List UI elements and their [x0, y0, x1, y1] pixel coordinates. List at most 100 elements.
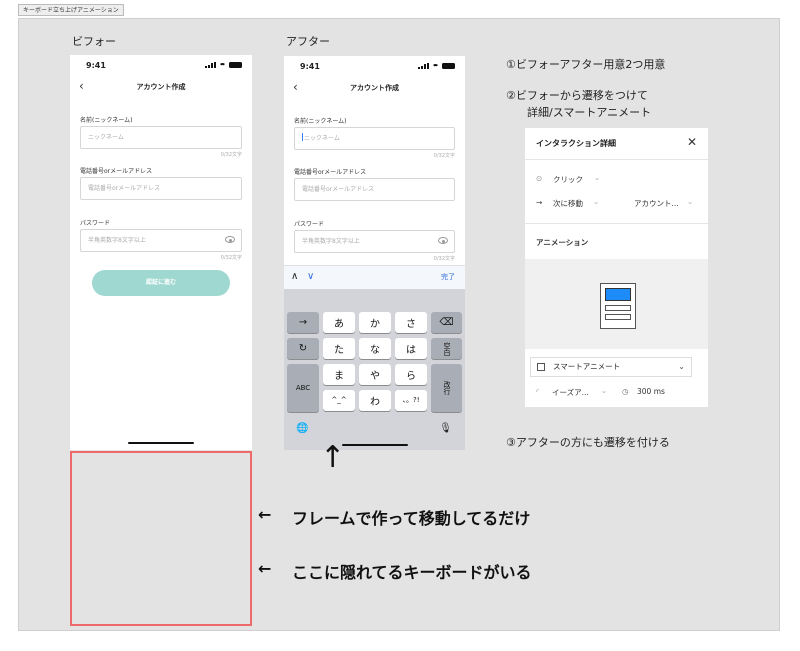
contact-input[interactable]: 電話番号orメールアドレス — [80, 177, 242, 200]
password-counter: 0/32文字 — [220, 255, 242, 261]
after-phone: 9:41 ‹ アカウント作成 名前(ニックネーム) ニックネーム 0/32文字 … — [284, 56, 465, 450]
key-arrow[interactable]: → — [287, 312, 319, 333]
animation-preview — [525, 259, 708, 349]
signal-icon — [418, 63, 429, 69]
arrow-up-icon: ↑ — [320, 440, 346, 475]
arrow-right-icon: → — [536, 198, 543, 207]
chevron-down-icon: ⌄ — [594, 173, 601, 182]
status-bar: 9:41 — [284, 56, 465, 78]
home-indicator — [128, 442, 194, 444]
easing-select[interactable]: イーズア... — [552, 387, 589, 398]
contact-label: 電話番号orメールアドレス — [294, 169, 367, 176]
key-punctuation[interactable]: 、。?! — [395, 390, 427, 411]
key-space[interactable]: 空白 — [431, 338, 462, 359]
key-return[interactable]: 改行 — [431, 364, 462, 412]
done-button[interactable]: 完了 — [441, 272, 455, 282]
chevron-down-icon: ⌄ — [593, 197, 600, 206]
eye-icon[interactable] — [438, 237, 448, 244]
home-indicator — [342, 444, 408, 446]
name-label: 名前(ニックネーム) — [80, 117, 133, 124]
wifi-icon — [219, 62, 226, 68]
keyboard-accessory-bar: ∧ ∨ 完了 — [284, 265, 465, 289]
keyboard: → あ か さ ⌫ ↻ た な は 空白 ABC ま や ら 改行 ^_^ わ … — [284, 289, 465, 450]
chevron-down-icon: ⌄ — [678, 362, 685, 371]
globe-icon[interactable]: 🌐 — [296, 423, 308, 434]
wifi-icon — [432, 63, 439, 69]
arrow-left-icon: ← — [258, 505, 272, 524]
key-ka[interactable]: か — [359, 312, 391, 333]
panel-title: インタラクション詳細 — [536, 139, 616, 148]
status-time: 9:41 — [86, 61, 106, 70]
animation-type-select[interactable]: スマートアニメート ⌄ — [530, 357, 692, 377]
next-field-icon[interactable]: ∨ — [307, 271, 314, 282]
key-na[interactable]: な — [359, 338, 391, 359]
divider — [525, 223, 708, 224]
contact-input[interactable]: 電話番号orメールアドレス — [294, 178, 455, 201]
step1-text: ①ビフォーアフター用意2つ用意 — [506, 58, 666, 71]
before-label: ビフォー — [72, 35, 116, 48]
step2-text-line2: 詳細/スマートアニメート — [527, 106, 652, 119]
password-label: パスワード — [80, 220, 111, 227]
text-cursor — [302, 133, 303, 141]
note-frame-move: フレームで作って移動してるだけ — [292, 509, 531, 528]
key-ta[interactable]: た — [323, 338, 355, 359]
password-input[interactable]: 半角英数字8文字以上 — [294, 230, 455, 253]
name-label: 名前(ニックネーム) — [294, 118, 347, 125]
animation-heading: アニメーション — [536, 238, 589, 247]
nav-bar: ‹ アカウント作成 — [70, 77, 252, 99]
contact-label: 電話番号orメールアドレス — [80, 168, 153, 175]
action-select[interactable]: 次に移動 — [553, 198, 583, 209]
eye-icon[interactable] — [225, 236, 235, 243]
frame-tab[interactable]: キーボード立ち上げアニメーション — [18, 4, 124, 16]
battery-icon — [442, 63, 455, 69]
hidden-keyboard-frame — [70, 451, 252, 626]
name-input[interactable]: ニックネーム — [294, 127, 455, 150]
page-title: アカウント作成 — [136, 83, 186, 91]
trigger-select[interactable]: クリック — [553, 174, 583, 185]
after-label: アフター — [286, 35, 330, 48]
key-undo[interactable]: ↻ — [287, 338, 319, 359]
interaction-panel: インタラクション詳細 ✕ ⊙ クリック ⌄ → 次に移動 ⌄ アカウント... … — [525, 128, 708, 407]
smart-animate-icon — [537, 363, 545, 371]
easing-icon: ◜ — [536, 387, 539, 396]
name-counter: 0/32文字 — [220, 152, 242, 158]
chevron-down-icon: ⌄ — [601, 386, 608, 395]
key-kaomoji[interactable]: ^_^ — [323, 390, 355, 411]
password-input[interactable]: 半角英数字8文字以上 — [80, 229, 242, 252]
mic-icon[interactable]: 🎙 — [439, 423, 452, 434]
step2-text-line1: ②ビフォーから遷移をつけて — [506, 89, 648, 102]
password-counter: 0/32文字 — [433, 256, 455, 262]
panel-header: インタラクション詳細 ✕ — [525, 128, 708, 160]
key-a[interactable]: あ — [323, 312, 355, 333]
key-abc[interactable]: ABC — [287, 364, 319, 412]
password-placeholder: 半角英数字8文字以上 — [302, 238, 360, 245]
nav-bar: ‹ アカウント作成 — [284, 78, 465, 100]
arrow-left-icon: ← — [258, 559, 272, 578]
key-ha[interactable]: は — [395, 338, 427, 359]
key-sa[interactable]: さ — [395, 312, 427, 333]
status-time: 9:41 — [300, 62, 320, 71]
key-backspace[interactable]: ⌫ — [431, 312, 462, 333]
key-ra[interactable]: ら — [395, 364, 427, 385]
duration-input[interactable]: 300 ms — [637, 387, 665, 396]
signal-icon — [205, 62, 216, 68]
before-phone: 9:41 ‹ アカウント作成 名前(ニックネーム) ニックネーム 0/32文字 … — [70, 55, 252, 450]
clock-icon: ◷ — [622, 387, 629, 396]
key-wa[interactable]: わ — [359, 390, 391, 411]
destination-select[interactable]: アカウント... — [634, 198, 679, 209]
name-placeholder: ニックネーム — [304, 135, 340, 142]
key-ya[interactable]: や — [359, 364, 391, 385]
name-counter: 0/32文字 — [433, 153, 455, 159]
trigger-icon: ⊙ — [536, 174, 543, 183]
key-ma[interactable]: ま — [323, 364, 355, 385]
password-label: パスワード — [294, 221, 325, 228]
note-hidden-keyboard: ここに隠れてるキーボードがいる — [292, 563, 532, 582]
name-input[interactable]: ニックネーム — [80, 126, 242, 149]
battery-icon — [229, 62, 242, 68]
prev-field-icon[interactable]: ∧ — [291, 271, 298, 282]
chevron-down-icon: ⌄ — [687, 197, 694, 206]
password-placeholder: 半角英数字8文字以上 — [88, 237, 146, 244]
submit-button[interactable]: 認証に進む — [92, 270, 230, 296]
step3-text: ③アフターの方にも遷移を付ける — [506, 436, 670, 449]
close-icon[interactable]: ✕ — [687, 135, 697, 149]
